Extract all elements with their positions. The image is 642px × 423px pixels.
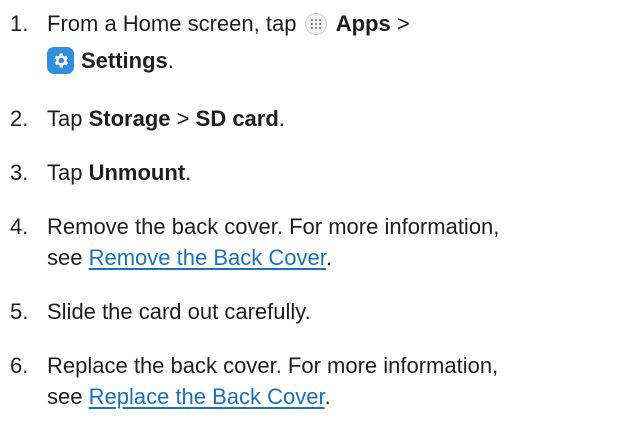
step-text: From a Home screen, tap Apps > Settings.	[47, 8, 642, 76]
see-text: see	[47, 245, 83, 270]
step-text: Replace the back cover. For more informa…	[47, 350, 642, 412]
step-number: 4.	[10, 214, 29, 239]
settings-label: Settings	[81, 48, 168, 73]
period: .	[325, 245, 332, 270]
step-4-line-1: Remove the back cover. For more informat…	[47, 214, 500, 239]
period: .	[324, 384, 331, 409]
step-number: 6.	[10, 353, 29, 378]
step-number: 5.	[10, 299, 29, 324]
separator: >	[396, 11, 410, 36]
replace-back-cover-link[interactable]: Replace the Back Cover	[89, 384, 325, 409]
tap-text: Tap	[47, 106, 83, 131]
unmount-label: Unmount	[88, 160, 186, 185]
period: .	[185, 160, 192, 185]
storage-label: Storage	[88, 106, 171, 131]
period: .	[278, 106, 285, 131]
gear-icon	[47, 47, 74, 74]
remove-back-cover-link[interactable]: Remove the Back Cover	[89, 245, 326, 270]
separator: >	[176, 106, 190, 131]
step-1-prefix: From a Home screen, tap	[47, 11, 297, 36]
step-text: Remove the back cover. For more informat…	[47, 211, 642, 273]
apps-label: Apps	[335, 11, 391, 36]
step-6-line-1: Replace the back cover. For more informa…	[47, 353, 499, 378]
tap-text: Tap	[47, 160, 83, 185]
step-number: 2.	[10, 106, 29, 131]
step-text: Tap Unmount.	[47, 157, 642, 188]
period: .	[167, 48, 174, 73]
step-text: Tap Storage > SD card.	[47, 103, 642, 134]
step-text: Slide the card out carefully.	[47, 299, 311, 324]
step-number: 3.	[10, 160, 29, 185]
see-text: see	[47, 384, 83, 409]
step-number: 1.	[10, 11, 29, 36]
apps-grid-icon	[304, 13, 327, 35]
sd-card-label: SD card	[195, 106, 279, 131]
